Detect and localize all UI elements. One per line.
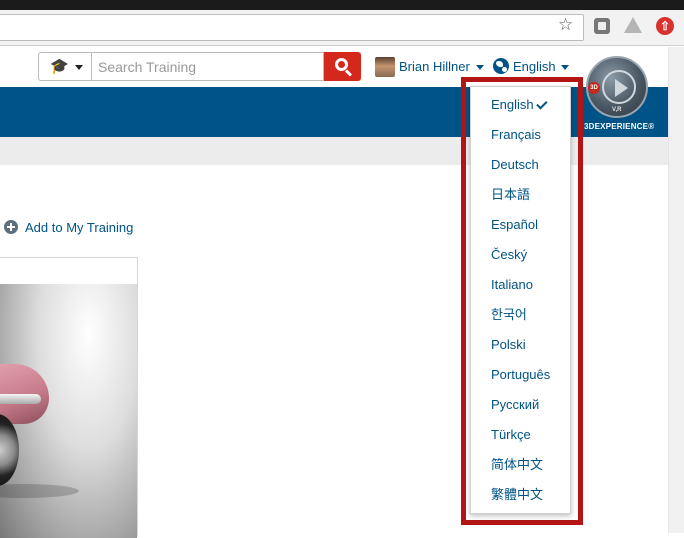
search-input[interactable]	[91, 52, 324, 81]
compass-logo[interactable]: 3D V,R	[586, 56, 648, 118]
compass-badge: 3D	[588, 82, 600, 94]
globe-icon[interactable]	[493, 58, 509, 74]
language-selector[interactable]: English	[513, 59, 556, 74]
graduation-cap-icon: 🎓	[50, 58, 69, 75]
car-bumper	[0, 394, 41, 404]
compass-vr-label: V,R	[612, 107, 622, 113]
scrollbar[interactable]	[668, 47, 684, 533]
language-chevron-icon[interactable]	[561, 65, 569, 70]
upload-icon[interactable]: ⇧	[656, 17, 674, 35]
chevron-down-icon	[75, 65, 83, 70]
play-icon	[602, 70, 636, 104]
plus-circle-icon	[4, 220, 18, 234]
car-wheel	[0, 414, 19, 486]
add-to-my-training-label: Add to My Training	[25, 220, 134, 235]
extension-icon[interactable]	[594, 18, 610, 34]
avatar[interactable]	[375, 57, 395, 77]
browser-toolbar: ☆ ⇧	[0, 10, 684, 46]
user-menu-chevron-icon[interactable]	[476, 65, 484, 70]
drive-icon[interactable]	[624, 17, 642, 33]
course-card[interactable]	[0, 257, 138, 538]
search-button[interactable]	[324, 52, 361, 81]
user-menu-name[interactable]: Brian Hillner	[399, 59, 470, 74]
bookmark-star-icon[interactable]: ☆	[558, 16, 573, 33]
training-category-button[interactable]: 🎓	[38, 52, 91, 81]
brand-label: 3DEXPERIENCE®	[584, 122, 655, 131]
course-image	[0, 284, 137, 538]
address-bar[interactable]	[0, 14, 584, 41]
browser-top-edge	[0, 0, 684, 10]
highlight-annotation	[461, 77, 583, 525]
